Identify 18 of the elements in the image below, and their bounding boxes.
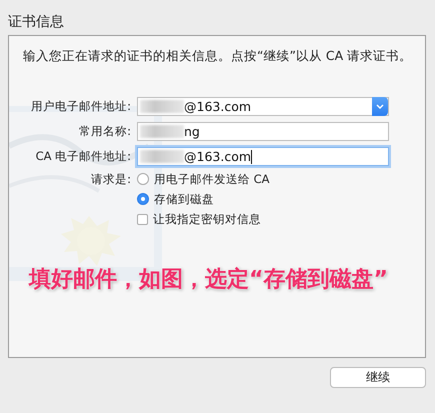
field-label: 请求是: bbox=[90, 172, 131, 187]
continue-button[interactable]: 继续 bbox=[330, 367, 426, 388]
checkbox[interactable] bbox=[137, 214, 148, 224]
checkbox-option[interactable]: 让我指定密钥对信息 bbox=[137, 212, 389, 226]
field-label: CA 电子邮件地址: bbox=[34, 149, 131, 164]
dropdown-toggle[interactable] bbox=[372, 97, 388, 116]
input-field[interactable]: ng bbox=[137, 122, 389, 141]
field-label: 常用名称: bbox=[78, 124, 131, 139]
section-title: 证书信息 bbox=[8, 13, 65, 32]
input-field[interactable]: @163.com bbox=[137, 147, 389, 166]
field-label: 用户电子邮件地址: bbox=[30, 99, 131, 114]
chevron-down-icon bbox=[376, 104, 384, 109]
radio-option[interactable]: 存储到磁盘 bbox=[137, 192, 389, 206]
annotation-text: 填好邮件，如图，选定“存储到磁盘” bbox=[27, 266, 389, 294]
email-dropdown[interactable]: @163.com bbox=[137, 97, 389, 116]
text-caret bbox=[251, 150, 252, 164]
description-text: 输入您正在请求的证书的相关信息。点按“继续”以从 CA 请求证书。 bbox=[22, 48, 414, 65]
radio-option[interactable]: 用电子邮件发送给 CA bbox=[137, 172, 389, 186]
